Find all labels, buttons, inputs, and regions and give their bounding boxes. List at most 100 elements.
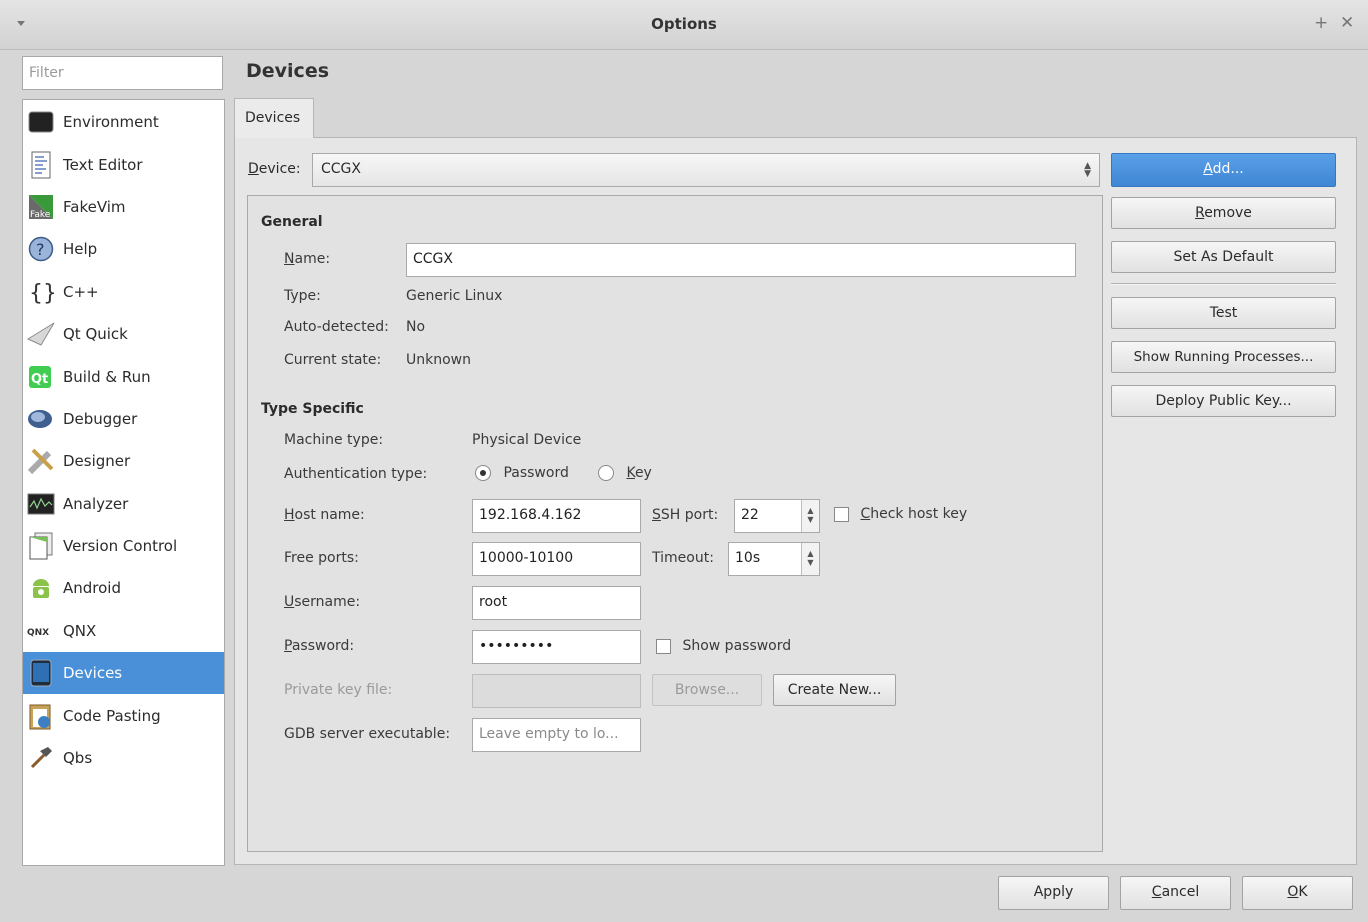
auth-key-label: Key: [626, 465, 652, 481]
show-password-checkbox[interactable]: [656, 638, 671, 654]
show-running-processes-button[interactable]: Show Running Processes...: [1111, 341, 1336, 373]
tab-devices[interactable]: Devices: [234, 98, 314, 138]
remove-device-button[interactable]: Remove: [1111, 197, 1336, 229]
bug-icon: [27, 405, 55, 433]
svg-text:Qt: Qt: [31, 372, 48, 387]
free-ports-label: Free ports:: [284, 550, 359, 566]
window-title: Options: [651, 15, 717, 33]
ok-button[interactable]: OK: [1242, 876, 1353, 910]
type-label: Type:: [284, 288, 321, 304]
add-device-button[interactable]: Add...: [1111, 153, 1336, 187]
text-document-icon: [27, 151, 55, 179]
set-as-default-button[interactable]: Set As Default: [1111, 241, 1336, 273]
category-item-environment[interactable]: Environment: [23, 101, 224, 143]
apply-button[interactable]: Apply: [998, 876, 1109, 910]
category-item-text-editor[interactable]: Text Editor: [23, 143, 224, 185]
select-arrows-icon: ▲ ▼: [1084, 161, 1091, 179]
category-item-version-control[interactable]: Version Control: [23, 525, 224, 567]
timeout-value: 10s: [735, 550, 761, 566]
category-label: Version Control: [63, 537, 178, 556]
auth-password-option[interactable]: Password: [475, 465, 569, 481]
device-config-box: [247, 195, 1103, 852]
help-icon: ?: [27, 235, 55, 263]
title-bar: Options + ✕: [0, 0, 1368, 50]
free-ports-input[interactable]: 10000-10100: [472, 542, 641, 576]
category-label: QNX: [63, 621, 97, 640]
category-item-qt-quick[interactable]: Qt Quick: [23, 313, 224, 355]
category-item-build-run[interactable]: Qt Build & Run: [23, 355, 224, 397]
hammer-icon: [27, 744, 55, 772]
filter-input[interactable]: [22, 56, 223, 90]
auto-detected-label: Auto-detected:: [284, 319, 389, 335]
maximize-icon[interactable]: +: [1314, 13, 1328, 33]
show-password-option[interactable]: Show password: [656, 638, 791, 654]
qt-build-icon: Qt: [27, 363, 55, 391]
name-input[interactable]: CCGX: [406, 243, 1076, 277]
ssh-port-value: 22: [741, 507, 759, 523]
braces-icon: {}: [27, 278, 55, 306]
deploy-public-key-button[interactable]: Deploy Public Key...: [1111, 385, 1336, 417]
button-separator: [1111, 283, 1336, 285]
private-key-label: Private key file:: [284, 682, 393, 698]
cancel-button[interactable]: Cancel: [1120, 876, 1231, 910]
check-host-key-option[interactable]: Check host key: [834, 506, 967, 522]
host-name-input[interactable]: 192.168.4.162: [472, 499, 641, 533]
spin-arrows-icon[interactable]: ▲ ▼: [801, 500, 819, 532]
auth-key-option[interactable]: Key: [598, 465, 652, 481]
ssh-port-spinbox[interactable]: 22 ▲ ▼: [734, 499, 820, 533]
timeout-label: Timeout:: [652, 550, 714, 566]
category-item-qbs[interactable]: Qbs: [23, 737, 224, 779]
type-specific-section-title: Type Specific: [261, 401, 364, 417]
clipboard-icon: [27, 702, 55, 730]
category-label: Environment: [63, 113, 159, 132]
general-section-title: General: [261, 214, 323, 230]
gdb-server-label: GDB server executable:: [284, 726, 451, 742]
auth-key-radio[interactable]: [598, 465, 614, 481]
category-label: Qbs: [63, 749, 93, 768]
device-select[interactable]: CCGX ▲ ▼: [312, 153, 1100, 187]
username-label: Username:: [284, 594, 361, 610]
check-host-key-checkbox[interactable]: [834, 506, 849, 522]
category-item-qnx[interactable]: QNX QNX: [23, 610, 224, 652]
documents-icon: [27, 532, 55, 560]
password-input[interactable]: •••••••••: [472, 630, 641, 664]
username-input[interactable]: root: [472, 586, 641, 620]
monitor-icon: [27, 108, 55, 136]
create-new-button[interactable]: Create New...: [773, 674, 896, 706]
category-item-fakevim[interactable]: Fake FakeVim: [23, 186, 224, 228]
close-icon[interactable]: ✕: [1340, 13, 1354, 33]
category-item-code-pasting[interactable]: Code Pasting: [23, 694, 224, 736]
timeout-spinbox[interactable]: 10s ▲ ▼: [728, 542, 820, 576]
check-host-key-label: Check host key: [860, 506, 968, 522]
ssh-port-label: SSH port:: [652, 507, 719, 523]
gdb-server-input[interactable]: Leave empty to lo...: [472, 718, 641, 752]
waveform-icon: [27, 490, 55, 518]
show-password-label: Show password: [682, 638, 792, 654]
category-item-devices[interactable]: Devices: [23, 652, 224, 695]
category-item-cpp[interactable]: {} C++: [23, 271, 224, 313]
spin-arrows-icon[interactable]: ▲ ▼: [801, 543, 819, 575]
category-item-android[interactable]: Android: [23, 567, 224, 609]
category-label: Help: [63, 240, 98, 259]
category-label: Debugger: [63, 409, 138, 428]
category-label: Android: [63, 579, 121, 598]
page-title: Devices: [246, 60, 330, 82]
auth-password-radio[interactable]: [475, 465, 491, 481]
device-select-value: CCGX: [321, 161, 361, 177]
category-item-analyzer[interactable]: Analyzer: [23, 483, 224, 525]
password-label: Password:: [284, 638, 355, 654]
test-button[interactable]: Test: [1111, 297, 1336, 329]
svg-text:?: ?: [36, 240, 45, 259]
browse-button[interactable]: Browse...: [652, 674, 762, 706]
category-item-help[interactable]: ? Help: [23, 228, 224, 270]
name-label: Name:: [284, 251, 331, 267]
pencil-ruler-icon: [27, 447, 55, 475]
tablet-icon: [27, 659, 55, 687]
paper-plane-icon: [27, 320, 55, 348]
private-key-input[interactable]: [472, 674, 641, 708]
category-item-debugger[interactable]: Debugger: [23, 398, 224, 440]
category-item-designer[interactable]: Designer: [23, 440, 224, 482]
category-label: Qt Quick: [63, 325, 128, 344]
android-icon: [27, 574, 55, 602]
auto-detected-value: No: [406, 319, 426, 335]
